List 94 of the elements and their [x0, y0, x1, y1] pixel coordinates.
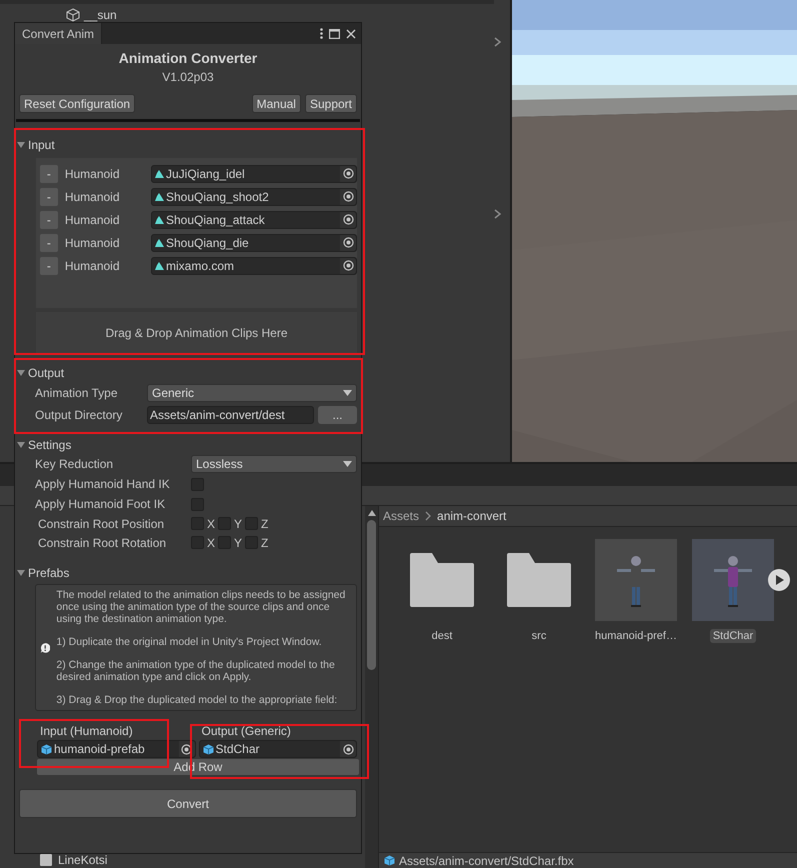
clip-type: Humanoid [64, 236, 121, 250]
tree-item[interactable]: LineKotsi [58, 852, 108, 868]
caret-icon[interactable] [16, 140, 26, 150]
animation-clip-icon [155, 170, 164, 178]
help-text: The model related to the animation clips needs to be assigned once using the animation type of the source clips and once using the destination animation type. [56, 589, 346, 625]
animation-clip-icon [155, 216, 164, 224]
clip-field[interactable]: ShouQiang_attack [151, 210, 357, 228]
breadcrumb-item[interactable]: anim-convert [437, 509, 506, 523]
remove-button[interactable]: - [40, 210, 58, 228]
path-field[interactable]: Assets/anim-convert/dest [147, 406, 314, 424]
folder-icon [410, 553, 474, 607]
window-title: Animation Converter [118, 50, 258, 66]
section-header[interactable]: Settings [28, 438, 72, 452]
section-header[interactable]: Output [28, 366, 64, 380]
field-label: Apply Humanoid Hand IK [35, 477, 171, 491]
animation-clip-icon [155, 238, 164, 246]
help-text: 2) Change the animation type of the duplicated model to the desired animation type and click on Apply. [56, 659, 336, 683]
clip-field[interactable]: ShouQiang_die [151, 234, 357, 252]
animation-clip-icon [155, 192, 164, 200]
drop-area[interactable]: Drag & Drop Animation Clips Here [36, 312, 357, 353]
field-label: Key Reduction [35, 457, 114, 471]
toolbar-button[interactable]: Reset Configuration [19, 94, 136, 113]
field-label: Output Directory [35, 408, 124, 422]
scroll-up-icon[interactable] [368, 510, 376, 516]
help-text: 1) Duplicate the original model in Unity's Project Window. [56, 636, 323, 648]
axis-label: X [207, 516, 216, 530]
cube-icon [41, 744, 52, 754]
play-icon[interactable] [768, 569, 790, 591]
clip-field[interactable]: ShouQiang_shoot2 [151, 188, 357, 206]
caret-icon [343, 390, 352, 396]
target-icon[interactable] [181, 744, 192, 754]
clip-type: Humanoid [64, 212, 121, 226]
prefab-field[interactable]: humanoid-prefab [37, 740, 196, 758]
field-label: Constrain Root Position [38, 516, 166, 530]
chevron-icon [425, 511, 432, 521]
maximize-icon[interactable] [329, 28, 340, 38]
column-heading: Output (Generic) [200, 724, 292, 738]
cube-icon [202, 744, 214, 754]
hierarchy-item[interactable]: __sun [84, 6, 117, 24]
version-label: V1.02p03 [161, 70, 215, 84]
clip-field[interactable]: JuJiQiang_idel [151, 164, 357, 182]
dropdown[interactable]: Generic [147, 384, 357, 402]
asset-name[interactable]: humanoid-pref… [592, 629, 680, 643]
animation-clip-icon [155, 262, 164, 270]
window-tab[interactable]: Convert Anim [15, 23, 102, 44]
chevron-icon[interactable] [494, 37, 502, 47]
toolbar-button[interactable]: Support [304, 94, 357, 113]
more-icon[interactable] [320, 28, 323, 39]
cube-icon [40, 854, 52, 866]
prefab-field[interactable]: StdChar [198, 740, 357, 758]
caret-icon[interactable] [16, 440, 26, 450]
caret-icon[interactable] [16, 368, 26, 378]
section-header[interactable]: Input [28, 138, 55, 152]
axis-label: Z [261, 516, 268, 530]
target-icon[interactable] [342, 191, 354, 202]
asset-path: Assets/anim-convert/StdChar.fbx [399, 854, 574, 868]
target-icon[interactable] [342, 744, 354, 754]
dropdown[interactable]: Lossless [191, 455, 357, 473]
target-icon[interactable] [342, 237, 354, 248]
target-icon[interactable] [342, 260, 354, 271]
chevron-icon[interactable] [494, 209, 502, 219]
column-heading: Input (Humanoid) [39, 724, 134, 738]
clip-field[interactable]: mixamo.com [151, 256, 357, 274]
toolbar-button[interactable]: Manual [252, 94, 301, 113]
clip-type: Humanoid [64, 190, 121, 204]
remove-button[interactable]: - [40, 234, 58, 252]
cube-icon [66, 8, 80, 22]
clip-type: Humanoid [64, 166, 121, 180]
axis-label: X [207, 536, 216, 550]
field-label: Animation Type [35, 386, 118, 400]
asset-name[interactable]: StdChar [710, 629, 756, 643]
caret-icon[interactable] [16, 568, 26, 578]
field-label: Constrain Root Rotation [38, 536, 168, 550]
clip-type: Humanoid [64, 258, 121, 272]
axis-label: Z [261, 536, 268, 550]
axis-label: Y [234, 516, 242, 530]
asset-name[interactable]: src [528, 629, 550, 643]
axis-label: Y [234, 536, 242, 550]
section-header[interactable]: Prefabs [28, 566, 70, 580]
cube-icon [384, 855, 395, 866]
remove-button[interactable]: - [40, 164, 58, 182]
convert-button[interactable]: Convert [19, 789, 357, 818]
breadcrumb-item[interactable]: Assets [383, 509, 420, 523]
scrollbar-thumb[interactable] [367, 520, 376, 670]
asset-name[interactable]: dest [428, 629, 456, 643]
field-label: Apply Humanoid Foot IK [35, 497, 166, 511]
target-icon[interactable] [342, 168, 354, 179]
remove-button[interactable]: - [40, 188, 58, 206]
browse-button[interactable]: ... [318, 406, 357, 424]
close-icon[interactable] [346, 28, 356, 38]
target-icon[interactable] [342, 214, 354, 225]
help-text: 3) Drag & Drop the duplicated model to the appropriate field: [56, 694, 338, 706]
folder-icon [507, 553, 571, 607]
remove-button[interactable]: - [40, 256, 58, 274]
